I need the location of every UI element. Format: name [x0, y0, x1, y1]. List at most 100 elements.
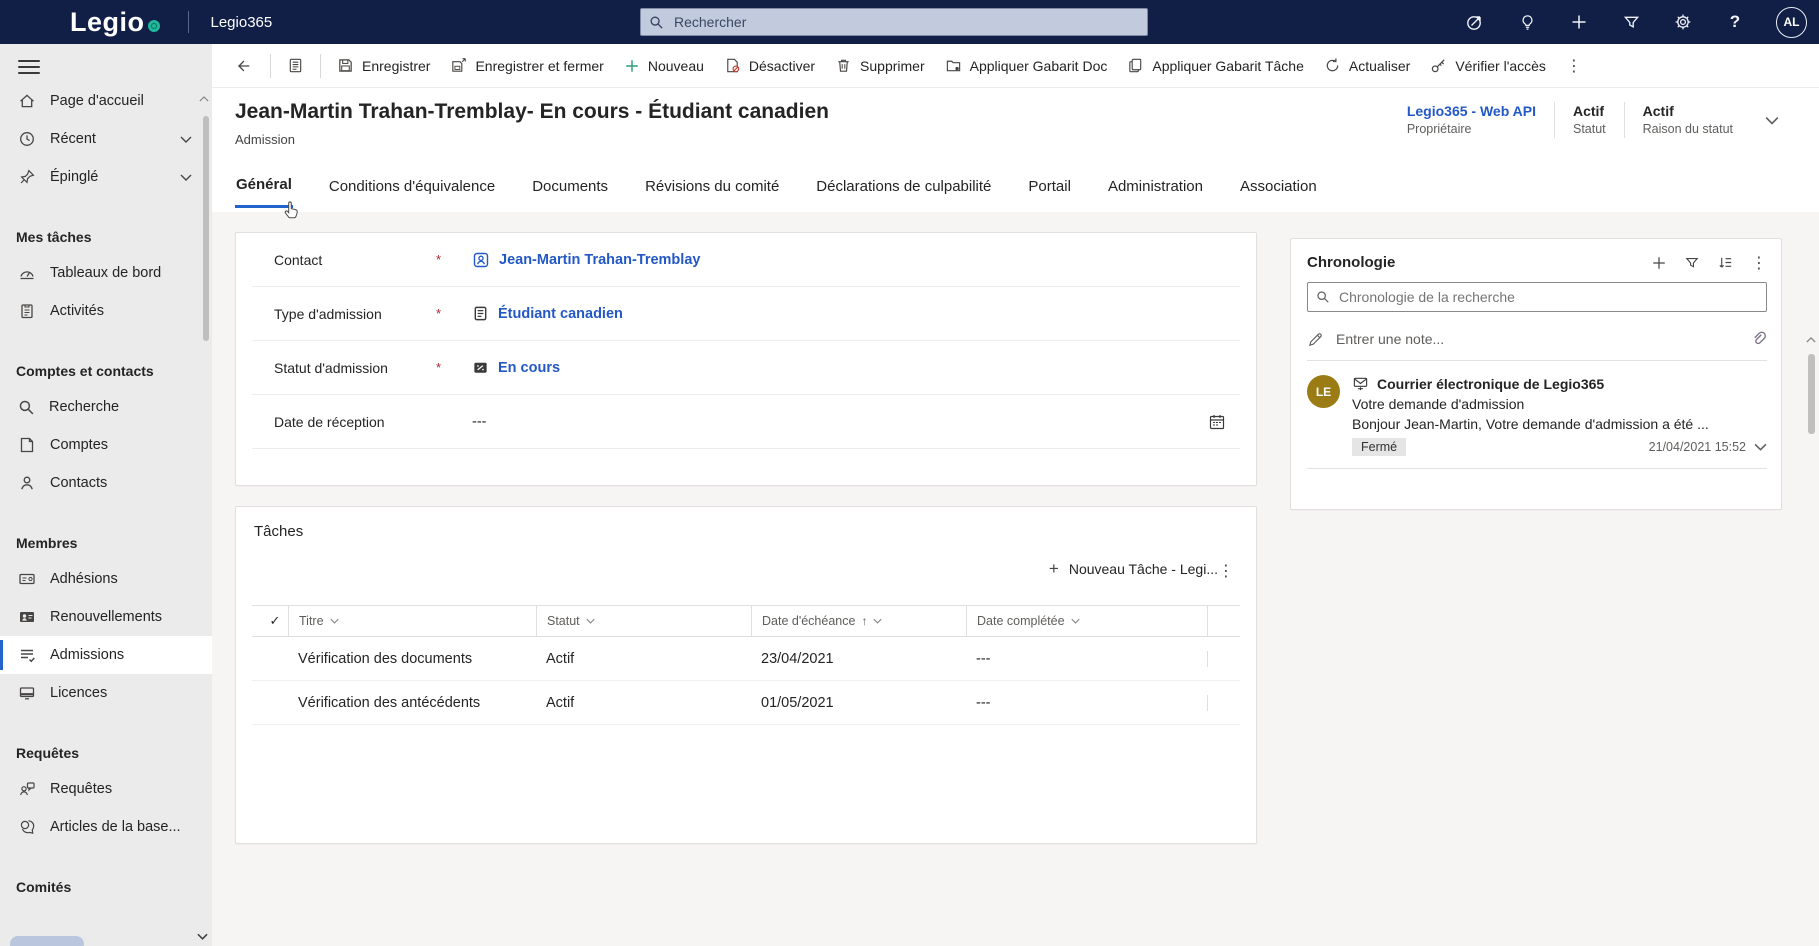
app-name[interactable]: Legio365: [211, 14, 273, 31]
sidebar-item-label: Activités: [50, 303, 104, 319]
sidebar-scroll-up-icon[interactable]: [199, 96, 209, 102]
save-button[interactable]: Enregistrer: [327, 51, 440, 80]
sidebar-item-contacts[interactable]: Contacts: [0, 464, 212, 502]
sidebar-item-pinned[interactable]: Épinglé: [0, 158, 212, 196]
tab-conditions-equivalence[interactable]: Conditions d'équivalence: [328, 164, 496, 207]
timeline-search-input[interactable]: [1337, 288, 1758, 306]
timeline-overflow-button[interactable]: ⋮: [1751, 253, 1767, 272]
sort-list-icon[interactable]: [1717, 254, 1734, 271]
chevron-down-icon[interactable]: [180, 136, 192, 143]
tab-portail[interactable]: Portail: [1027, 164, 1072, 207]
sidebar-item-recent[interactable]: Récent: [0, 120, 212, 158]
calendar-icon[interactable]: [1208, 413, 1226, 431]
new-button[interactable]: Nouveau: [614, 52, 714, 80]
new-task-button[interactable]: + Nouveau Tâche - Legi...: [1049, 559, 1218, 579]
sidebar-item-admissions[interactable]: Admissions: [0, 636, 212, 674]
chevron-down-icon: [329, 618, 339, 624]
sidebar-item-licences[interactable]: Licences: [0, 674, 212, 712]
timeline-search[interactable]: [1307, 282, 1767, 312]
tab-documents[interactable]: Documents: [531, 164, 609, 207]
entry-title[interactable]: Courrier électronique de Legio365: [1377, 376, 1604, 392]
task-status-cell: Actif: [546, 694, 575, 711]
plus-icon: +: [1048, 559, 1059, 578]
sidebar-scrollbar-thumb[interactable]: [203, 116, 209, 341]
field-value-empty[interactable]: ---: [472, 414, 487, 430]
sidebar-item-home[interactable]: Page d'accueil: [0, 82, 212, 120]
scroll-up-icon[interactable]: [1806, 337, 1816, 343]
task-title-cell[interactable]: Vérification des documents: [288, 651, 536, 667]
settings-gear-icon[interactable]: [1672, 11, 1694, 33]
sidebar-item-search[interactable]: Recherche: [0, 388, 212, 426]
chevron-down-icon[interactable]: [1754, 443, 1767, 451]
tasks-table-header: ✓ Titre Statut Date d'échéance ↑ Date co…: [252, 605, 1240, 637]
tab-declarations-culpabilite[interactable]: Déclarations de culpabilité: [815, 164, 992, 207]
tab-administration[interactable]: Administration: [1107, 164, 1204, 207]
quick-create-plus-icon[interactable]: [1568, 11, 1590, 33]
tasks-overflow-button[interactable]: ⋮: [1208, 557, 1244, 584]
owner-field[interactable]: Legio365 - Web API Propriétaire: [1407, 102, 1536, 138]
chevron-down-icon[interactable]: [180, 174, 192, 181]
page-scrollbar[interactable]: [1805, 330, 1817, 946]
paperclip-icon[interactable]: [1751, 331, 1767, 347]
page-scrollbar-thumb[interactable]: [1807, 354, 1815, 434]
advanced-filter-icon[interactable]: [1620, 11, 1642, 33]
header-expand-chevron-icon[interactable]: [1765, 116, 1779, 125]
note-placeholder: Entrer une note...: [1336, 331, 1445, 347]
sidebar-scroll-down-icon[interactable]: [197, 933, 208, 940]
enter-note-field[interactable]: Entrer une note...: [1307, 322, 1767, 356]
owner-value[interactable]: Legio365 - Web API: [1407, 102, 1536, 121]
plus-icon: [624, 58, 640, 74]
select-all-checkbox[interactable]: ✓: [252, 606, 288, 636]
column-header-status[interactable]: Statut: [536, 606, 751, 636]
sidebar-item-renewals[interactable]: Renouvellements: [0, 598, 212, 636]
field-row-admission-type[interactable]: Type d'admission * Étudiant canadien: [252, 287, 1240, 341]
column-header-due-date[interactable]: Date d'échéance ↑: [751, 606, 966, 636]
command-overflow-button[interactable]: ⋮: [1556, 52, 1592, 79]
hamburger-menu-icon[interactable]: [18, 60, 40, 74]
field-value-link[interactable]: Jean-Martin Trahan-Tremblay: [499, 252, 700, 268]
field-row-contact[interactable]: Contact * Jean-Martin Trahan-Tremblay: [252, 233, 1240, 287]
global-search[interactable]: [640, 8, 1148, 36]
lightbulb-icon[interactable]: [1516, 11, 1538, 33]
column-header-completed-date[interactable]: Date complétée: [966, 606, 1208, 636]
form-selector-button[interactable]: [277, 51, 314, 80]
legio-logo[interactable]: Legio: [70, 7, 160, 38]
field-row-reception-date[interactable]: Date de réception ---: [252, 395, 1240, 449]
timeline-entry-email[interactable]: LE Courrier électronique de Legio365 Vot…: [1307, 375, 1767, 469]
filter-icon[interactable]: [1684, 255, 1700, 271]
delete-button[interactable]: Supprimer: [825, 51, 935, 80]
tab-association[interactable]: Association: [1239, 164, 1318, 207]
field-value-link[interactable]: En cours: [498, 360, 560, 376]
sidebar-item-requests[interactable]: Requêtes: [0, 770, 212, 808]
task-row[interactable]: Vérification des antécédents Actif 01/05…: [252, 681, 1240, 725]
apply-task-template-button[interactable]: Appliquer Gabarit Tâche: [1117, 51, 1314, 80]
check-access-button[interactable]: Vérifier l'accès: [1420, 51, 1556, 80]
column-header-title[interactable]: Titre: [288, 606, 536, 636]
delete-label: Supprimer: [860, 57, 925, 74]
sidebar-item-dashboards[interactable]: Tableaux de bord: [0, 254, 212, 292]
task-completed-date-cell: ---: [966, 650, 1208, 667]
apply-doc-template-button[interactable]: Appliquer Gabarit Doc: [935, 51, 1118, 80]
sidebar-item-memberships[interactable]: Adhésions: [0, 560, 212, 598]
sidebar-item-accounts[interactable]: Comptes: [0, 426, 212, 464]
tab-revisions-comite[interactable]: Révisions du comité: [644, 164, 780, 207]
save-and-close-button[interactable]: Enregistrer et fermer: [440, 51, 613, 80]
field-label: Date de réception: [274, 413, 385, 430]
sidebar-item-activities[interactable]: Activités: [0, 292, 212, 330]
back-button[interactable]: [224, 51, 262, 81]
user-avatar[interactable]: AL: [1776, 6, 1807, 38]
tab-general[interactable]: Général: [235, 162, 293, 208]
field-row-admission-status[interactable]: Statut d'admission * En cours: [252, 341, 1240, 395]
deactivate-button[interactable]: Désactiver: [714, 51, 825, 80]
sidebar-item-knowledge-articles[interactable]: Articles de la base...: [0, 808, 212, 846]
refresh-button[interactable]: Actualiser: [1314, 51, 1420, 80]
add-record-plus-icon[interactable]: [1651, 255, 1667, 271]
required-asterisk: *: [436, 360, 442, 375]
global-search-input[interactable]: [672, 13, 1139, 31]
task-row[interactable]: Vérification des documents Actif 23/04/2…: [252, 637, 1240, 681]
compass-icon[interactable]: [1464, 11, 1486, 33]
task-title-cell[interactable]: Vérification des antécédents: [288, 695, 536, 711]
field-value-link[interactable]: Étudiant canadien: [498, 306, 623, 322]
help-icon[interactable]: ?: [1724, 11, 1746, 33]
sidebar-item-label: Adhésions: [50, 571, 118, 587]
